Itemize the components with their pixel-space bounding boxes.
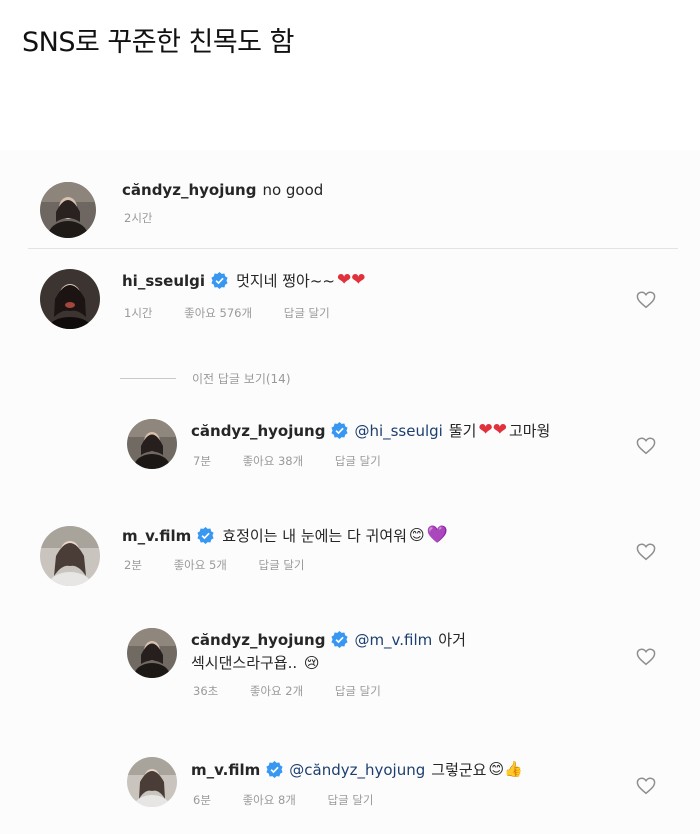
heart-outline-icon[interactable] — [636, 291, 656, 309]
comment-username[interactable]: hi_sseulgi — [122, 272, 205, 290]
smile-thumbs-up-emoji: 😊👍 — [488, 760, 523, 778]
mention-link[interactable]: @hi_sseulgi — [354, 422, 442, 440]
comment-time: 2분 — [124, 558, 142, 572]
reply-button[interactable]: 답글 달기 — [328, 793, 374, 807]
likes-count[interactable]: 좋아요 2개 — [250, 684, 303, 698]
avatar[interactable] — [127, 419, 177, 469]
red-heart-emoji: ❤❤ — [478, 420, 507, 440]
instagram-comments-screenshot — [0, 150, 700, 834]
heart-outline-icon[interactable] — [636, 437, 656, 455]
comment-text: 멋지네 쩡아~~ — [236, 272, 335, 290]
mention-link[interactable]: @m_v.film — [354, 631, 432, 649]
likes-count[interactable]: 좋아요 8개 — [243, 793, 296, 807]
avatar[interactable] — [40, 269, 100, 329]
comment-text: 그렇군요 — [431, 761, 487, 779]
view-previous-replies[interactable]: 이전 답글 보기(14) — [120, 370, 291, 387]
sad-face-emoji: 😢 — [303, 654, 320, 672]
reply-button[interactable]: 답글 달기 — [335, 684, 381, 698]
verified-badge-icon — [331, 631, 349, 648]
divider — [28, 248, 678, 249]
comment-text: no good — [262, 181, 324, 199]
verified-badge-icon — [331, 422, 349, 439]
reply-button[interactable]: 답글 달기 — [259, 558, 305, 572]
verified-badge-icon — [266, 761, 283, 778]
purple-heart-emoji: 💜 — [426, 525, 448, 545]
reply-button[interactable]: 답글 달기 — [335, 454, 381, 468]
post-title: SNS로 꾸준한 친목도 함 — [22, 27, 294, 58]
reply-button[interactable]: 답글 달기 — [284, 306, 330, 320]
likes-count[interactable]: 좋아요 5개 — [174, 558, 227, 572]
avatar[interactable] — [127, 757, 177, 807]
avatar[interactable] — [40, 182, 96, 238]
comment-username[interactable]: căndyz_hyojung — [191, 422, 325, 440]
replies-dash — [120, 378, 176, 379]
verified-badge-icon — [197, 527, 214, 544]
avatar[interactable] — [40, 526, 100, 586]
mention-link[interactable]: @căndyz_hyojung — [289, 761, 425, 779]
comment-text: 뚤기 — [448, 422, 477, 440]
likes-count[interactable]: 좋아요 576개 — [184, 306, 252, 320]
likes-count[interactable]: 좋아요 38개 — [243, 454, 304, 468]
comment-username[interactable]: căndyz_hyojung — [191, 631, 325, 649]
comment-time: 1시간 — [124, 306, 153, 320]
view-replies-label[interactable]: 이전 답글 보기(14) — [192, 370, 291, 387]
heart-outline-icon[interactable] — [636, 543, 656, 561]
comment-username[interactable]: căndyz_hyojung — [122, 181, 256, 199]
comment-time: 36초 — [193, 684, 219, 698]
comment-time: 6분 — [193, 793, 211, 807]
comment-text-after: 고마웡 — [508, 422, 551, 440]
comment-text: 효정이는 내 눈에는 다 귀여워 — [222, 527, 407, 545]
heart-outline-icon[interactable] — [636, 777, 656, 795]
comment-text: 아거 — [438, 631, 466, 649]
heart-outline-icon[interactable] — [636, 648, 656, 666]
smile-emoji: 😊 — [408, 526, 425, 544]
comment-time: 2시간 — [124, 211, 153, 225]
comment-username[interactable]: m_v.film — [191, 761, 260, 779]
comment-time: 7분 — [193, 454, 211, 468]
comment-username[interactable]: m_v.film — [122, 527, 191, 545]
comment-text-line2: 섹시댄스라구욥.. — [191, 654, 298, 672]
avatar[interactable] — [127, 628, 177, 678]
red-heart-emoji: ❤❤ — [336, 270, 366, 290]
verified-badge-icon — [211, 272, 228, 289]
